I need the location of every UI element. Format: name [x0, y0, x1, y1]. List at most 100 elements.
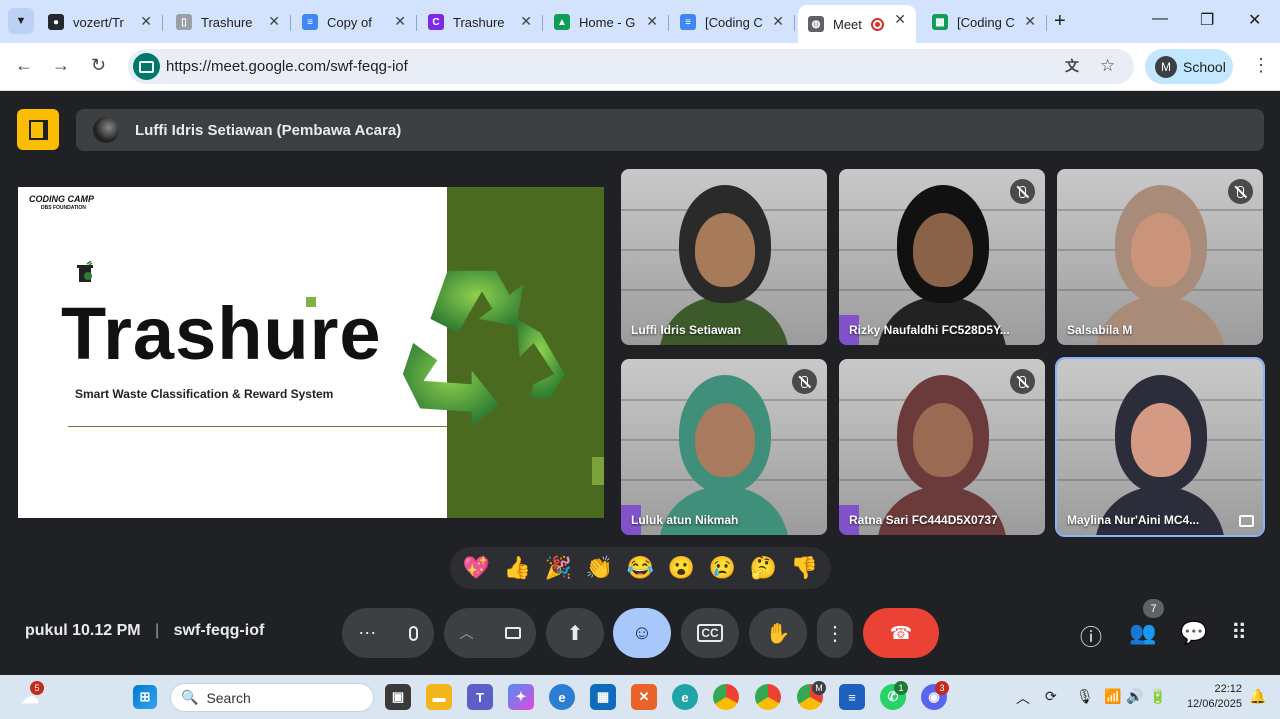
reaction-emoji[interactable]: 😢 [709, 555, 736, 581]
bookmark-star-icon[interactable]: ☆ [1100, 56, 1115, 76]
reactions-button[interactable]: ☺ [613, 608, 671, 658]
reaction-emoji[interactable]: 🤔 [750, 555, 777, 581]
new-tab-button[interactable]: + [1054, 10, 1066, 33]
browser-menu-icon[interactable]: ⋮ [1252, 55, 1270, 76]
sync-icon[interactable]: ⟳ [1045, 688, 1057, 705]
browser-tab[interactable]: ● vozert/Tr ✕ [38, 7, 163, 37]
browser-tab[interactable]: ≡ Copy of ✕ [292, 7, 417, 37]
store-icon[interactable]: ▦ [590, 684, 616, 710]
leave-presentation-button[interactable] [17, 109, 59, 150]
reaction-emoji[interactable]: 💖 [463, 555, 490, 581]
close-tab-icon[interactable]: ✕ [520, 13, 532, 30]
restore-icon[interactable]: ❐ [1200, 10, 1214, 30]
tray-overflow-icon[interactable]: ︿ [1016, 688, 1030, 708]
chat-icon[interactable]: 💬 [1180, 620, 1207, 646]
meet-site-icon[interactable] [133, 53, 160, 80]
browser-tab[interactable]: ▯ Trashure ✕ [166, 7, 291, 37]
participant-tile[interactable]: Rizky Naufaldhi FC528D5Y... [839, 169, 1045, 345]
battery-icon[interactable]: 🔋 [1149, 688, 1166, 705]
notepad-icon[interactable]: ≡ [839, 684, 865, 710]
camera-icon[interactable] [504, 627, 521, 639]
mic-off-icon [792, 369, 817, 394]
windows-start-icon[interactable]: ⊞ [133, 685, 157, 709]
globe-icon: ◍ [808, 16, 824, 32]
title-accent-square [306, 297, 316, 307]
wifi-icon[interactable]: 📶 [1104, 688, 1121, 705]
more-options-button[interactable]: ⋮ [817, 608, 853, 658]
reaction-emoji[interactable]: 👍 [504, 555, 531, 581]
notifications-icon[interactable]: 🔔 [1249, 688, 1266, 705]
reaction-emoji[interactable]: 👏 [586, 555, 613, 581]
mic-off-icon [1010, 369, 1035, 394]
present-screen-icon: ⬆ [566, 622, 584, 645]
people-icon[interactable]: 👥 [1129, 620, 1156, 646]
hang-up-icon: ☎ [889, 622, 913, 643]
translate-icon[interactable]: 文 [1065, 56, 1079, 76]
close-tab-icon[interactable]: ✕ [772, 13, 784, 30]
participant-tile[interactable]: Ratna Sari FC444D5X0737 [839, 359, 1045, 535]
participant-tile[interactable]: Maylina Nur'Aini MC4... [1055, 357, 1265, 537]
profile-button[interactable]: M School [1145, 49, 1233, 84]
participant-name: Maylina Nur'Aini MC4... [1067, 513, 1200, 527]
xampp-icon[interactable]: ✕ [631, 684, 657, 710]
browser-tab[interactable]: C Trashure ✕ [418, 7, 543, 37]
meeting-details-icon[interactable]: ⓘ [1080, 620, 1102, 652]
task-view-icon[interactable]: ▣ [385, 684, 411, 710]
chevron-up-icon[interactable]: ︿ [460, 623, 474, 643]
browser-tab[interactable]: ▲ Home - G ✕ [544, 7, 669, 37]
tab-label: vozert/Tr [73, 14, 124, 30]
more-audio-options-icon[interactable]: ⋯ [358, 623, 376, 644]
taskbar-search-input[interactable]: 🔍 Search [170, 683, 374, 712]
tab-search-button[interactable]: ▼ [8, 8, 34, 34]
participant-tile[interactable]: Luluk atun Nikmah [621, 359, 827, 535]
browser-tab[interactable]: ▦ [Coding C ✕ [922, 7, 1047, 37]
copilot-icon[interactable]: ✦ [508, 684, 534, 710]
leave-call-button[interactable]: ☎ [863, 608, 939, 658]
camera-control-group: ︿ [444, 608, 536, 658]
edge-icon[interactable]: e [549, 684, 575, 710]
browser-tab[interactable]: ◍ Meet ✕ [798, 5, 916, 43]
volume-icon[interactable]: 🔊 [1126, 688, 1143, 705]
reaction-bar: 💖 👍 🎉 👏 😂 😮 😢 🤔 👎 [450, 547, 831, 589]
close-tab-icon[interactable]: ✕ [646, 13, 658, 30]
captions-button[interactable]: CC [681, 608, 739, 658]
participant-tile[interactable]: Luffi Idris Setiawan [621, 169, 827, 345]
docs-icon: ≡ [680, 14, 696, 30]
reaction-emoji[interactable]: 👎 [791, 555, 818, 581]
close-window-icon[interactable]: ✕ [1248, 10, 1261, 30]
taskbar-clock[interactable]: 22:12 12/06/2025 [1180, 682, 1242, 712]
back-icon[interactable]: ← [15, 55, 33, 76]
close-tab-icon[interactable]: ✕ [894, 11, 906, 28]
close-tab-icon[interactable]: ✕ [1024, 13, 1036, 30]
chrome-profile-icon[interactable] [755, 684, 781, 710]
drive-icon: ▲ [554, 14, 570, 30]
edge-dev-icon[interactable]: e [672, 684, 698, 710]
activities-grid-icon[interactable]: ⠿ [1231, 620, 1247, 646]
participant-body [877, 487, 1007, 535]
tray-mic-icon[interactable]: 🎙 [1076, 688, 1094, 705]
chrome-icon[interactable] [713, 684, 739, 710]
reload-icon[interactable]: ↻ [91, 55, 106, 76]
mic-control-group: ⋯ [342, 608, 434, 658]
participant-tile[interactable]: Salsabila M [1057, 169, 1263, 345]
reaction-emoji[interactable]: 😮 [668, 555, 695, 581]
reaction-emoji[interactable]: 🎉 [545, 555, 572, 581]
close-tab-icon[interactable]: ✕ [140, 13, 152, 30]
teams-icon[interactable]: T [467, 684, 493, 710]
picture-in-picture-icon[interactable] [1239, 515, 1254, 527]
microphone-icon[interactable] [408, 625, 418, 641]
reaction-emoji[interactable]: 😂 [627, 555, 654, 581]
discord-badge: 3 [935, 681, 949, 695]
close-tab-icon[interactable]: ✕ [394, 13, 406, 30]
mic-off-icon [1010, 179, 1035, 204]
close-tab-icon[interactable]: ✕ [268, 13, 280, 30]
present-screen-button[interactable]: ⬆ [546, 608, 604, 658]
address-bar[interactable]: https://meet.google.com/swf-feqg-iof 文 ☆ [128, 49, 1134, 84]
file-explorer-icon[interactable]: ▬ [426, 684, 452, 710]
forward-icon[interactable]: → [52, 55, 70, 76]
github-icon: ● [48, 14, 64, 30]
raise-hand-button[interactable]: ✋ [749, 608, 807, 658]
browser-tab[interactable]: ≡ [Coding C ✕ [670, 7, 795, 37]
shared-slide: CODING CAMP DBS FOUNDATION Trashure Smar… [18, 187, 604, 518]
minimize-icon[interactable]: — [1152, 10, 1168, 28]
